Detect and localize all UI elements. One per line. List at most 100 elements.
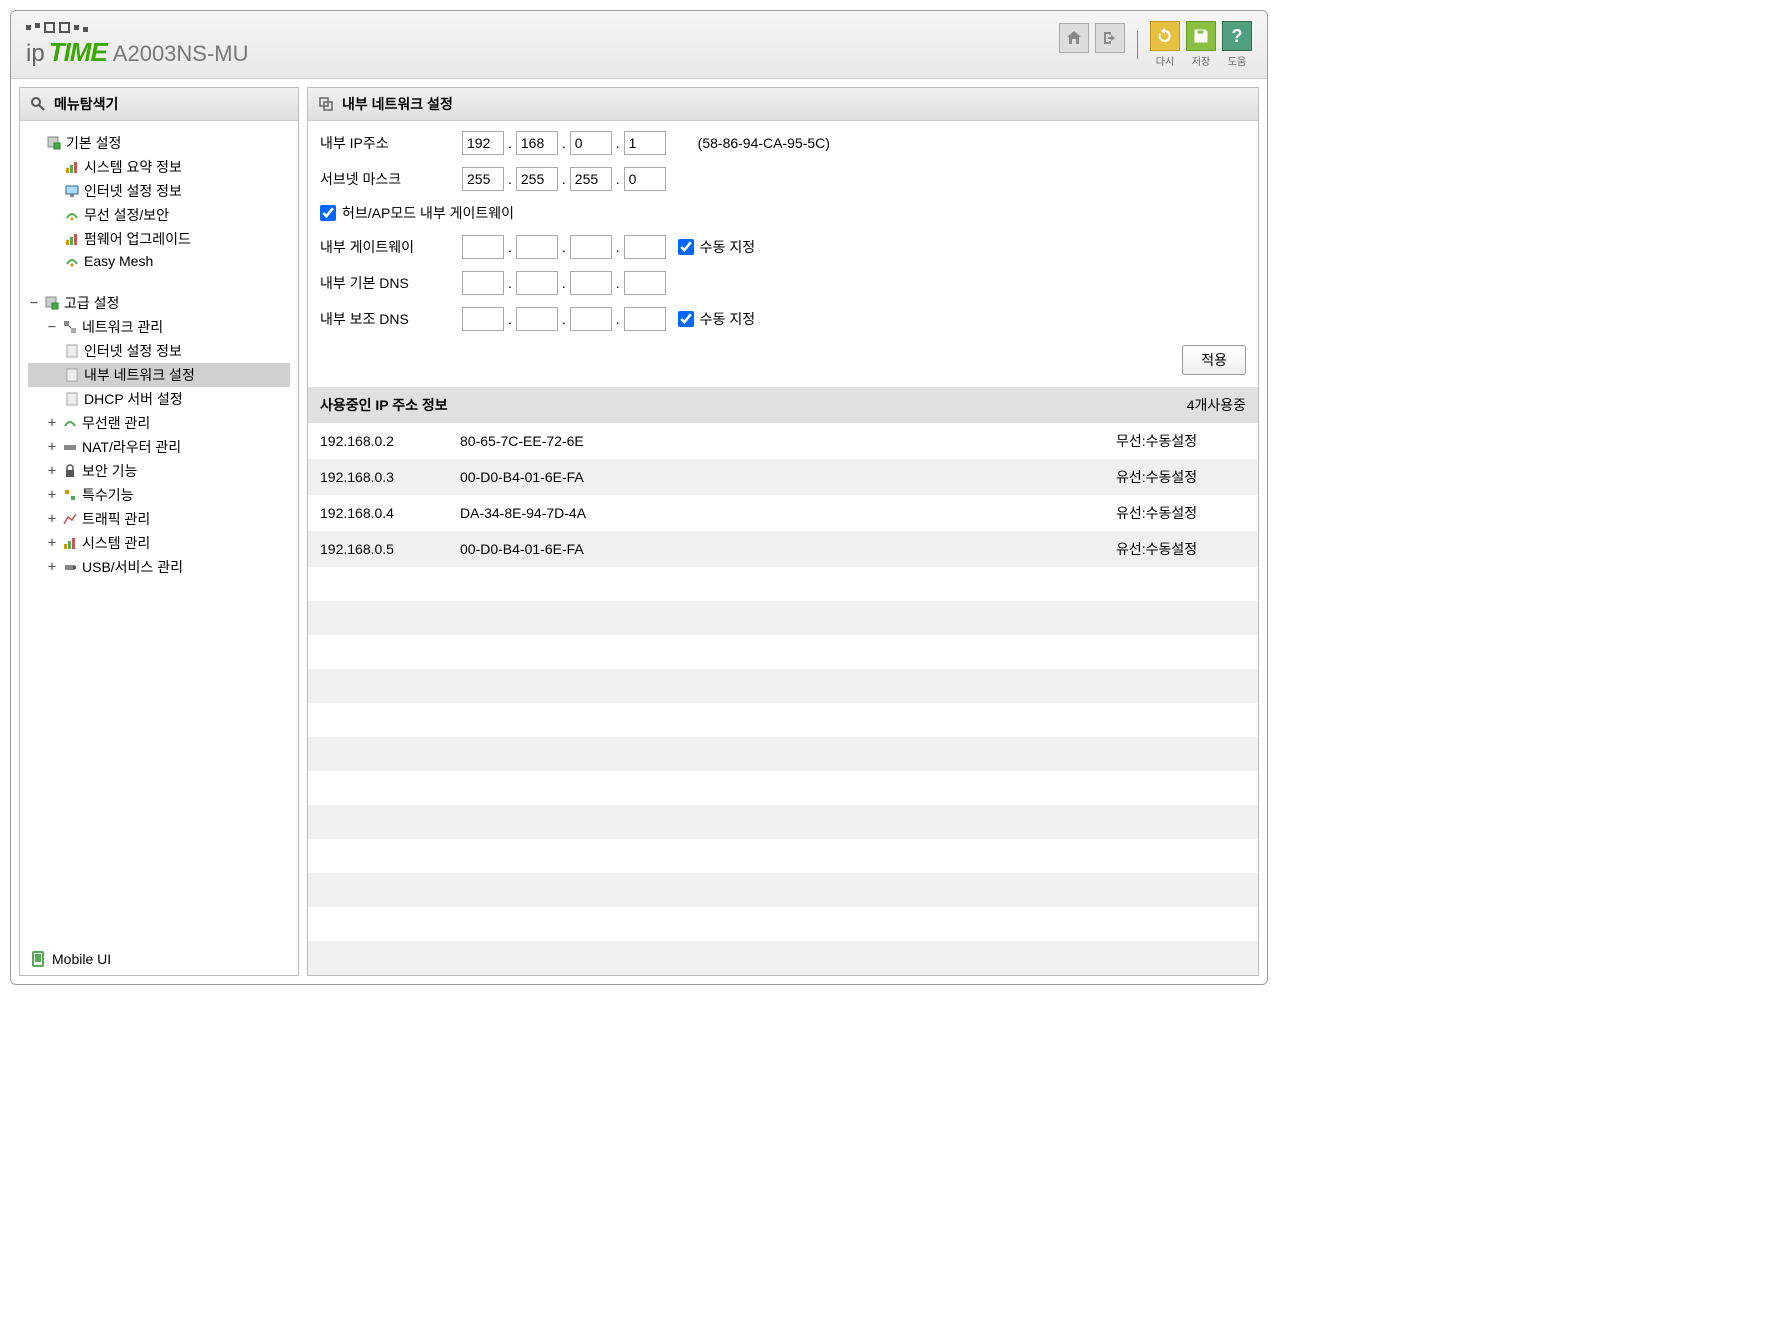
tree-wireless-mgmt[interactable]: + 무선랜 관리	[28, 411, 290, 435]
expand-icon[interactable]: +	[46, 463, 58, 479]
sdns-octet-2[interactable]	[516, 307, 558, 331]
tree-internet-info[interactable]: 인터넷 설정 정보	[28, 179, 290, 203]
gear-plus-icon	[44, 295, 60, 311]
tree-basic-settings[interactable]: 기본 설정	[28, 131, 290, 155]
empty-row	[308, 737, 1258, 771]
tree-usb-service[interactable]: + USB/서비스 관리	[28, 555, 290, 579]
desc-cell: 유선:수동설정	[1116, 539, 1246, 559]
ip-octet-1[interactable]	[462, 131, 504, 155]
gear-plus-icon	[46, 135, 62, 151]
logout-icon	[1101, 29, 1119, 47]
empty-row	[308, 703, 1258, 737]
main-header: 내부 네트워크 설정	[308, 88, 1258, 121]
ip-row[interactable]: 192.168.0.4 DA-34-8E-94-7D-4A 유선:수동설정	[308, 495, 1258, 531]
apply-button[interactable]: 적용	[1182, 345, 1246, 375]
gateway-octet-4[interactable]	[624, 235, 666, 259]
chart-icon	[64, 231, 80, 247]
hub-ap-checkbox[interactable]	[320, 205, 336, 221]
ip-octet-4[interactable]	[624, 131, 666, 155]
sidebar-title: 메뉴탐색기	[54, 94, 118, 114]
ip-table: 192.168.0.2 80-65-7C-EE-72-6E 무선:수동설정192…	[308, 423, 1258, 975]
pdns-octet-3[interactable]	[570, 271, 612, 295]
subnet-octet-2[interactable]	[516, 167, 558, 191]
expand-icon[interactable]: +	[46, 415, 58, 431]
ip-row[interactable]: 192.168.0.2 80-65-7C-EE-72-6E 무선:수동설정	[308, 423, 1258, 459]
ip-octet-2[interactable]	[516, 131, 558, 155]
desc-cell: 무선:수동설정	[1116, 431, 1246, 451]
save-button[interactable]	[1186, 21, 1216, 51]
gateway-manual-checkbox[interactable]	[678, 239, 694, 255]
model-label: A2003NS-MU	[113, 41, 249, 67]
tree-nat-router[interactable]: + NAT/라우터 관리	[28, 435, 290, 459]
wifi-icon	[64, 207, 80, 223]
tree-wireless-security[interactable]: 무선 설정/보안	[28, 203, 290, 227]
subnet-oct -4[interactable]	[624, 167, 666, 191]
desc-cell: 유선:수동설정	[1116, 467, 1246, 487]
gateway-octet-1[interactable]	[462, 235, 504, 259]
help-icon: ?	[1232, 26, 1243, 47]
subnet-octet-3[interactable]	[570, 167, 612, 191]
tree-traffic[interactable]: + 트래픽 관리	[28, 507, 290, 531]
tree-easy-mesh[interactable]: Easy Mesh	[28, 251, 290, 271]
wifi-icon	[64, 253, 80, 269]
pdns-octet-1[interactable]	[462, 271, 504, 295]
menu-tree: 기본 설정 시스템 요약 정보 인터넷 설정 정보 무선 설정/보안 펌웨어 업…	[20, 121, 298, 943]
tree-system-mgmt[interactable]: + 시스템 관리	[28, 531, 290, 555]
graph-icon	[62, 511, 78, 527]
logout-button[interactable]	[1095, 23, 1125, 53]
refresh-label: 다시	[1156, 53, 1174, 68]
search-icon	[30, 96, 46, 112]
mac-address: (58-86-94-CA-95-5C)	[698, 135, 830, 151]
ip-cell: 192.168.0.5	[320, 541, 460, 557]
ip-row[interactable]: 192.168.0.3 00-D0-B4-01-6E-FA 유선:수동설정	[308, 459, 1258, 495]
sdns-octet-1[interactable]	[462, 307, 504, 331]
ip-info-count: 4개사용중	[1187, 395, 1246, 415]
sdns-manual-checkbox[interactable]	[678, 311, 694, 327]
tree-network-mgmt[interactable]: − 네트워크 관리	[28, 315, 290, 339]
sidebar: 메뉴탐색기 기본 설정 시스템 요약 정보 인터넷 설정 정보 무선 설정/	[19, 87, 299, 976]
tree-internet-config[interactable]: 인터넷 설정 정보	[28, 339, 290, 363]
mobile-ui-link[interactable]: Mobile UI	[20, 943, 298, 975]
tree-system-summary[interactable]: 시스템 요약 정보	[28, 155, 290, 179]
refresh-button[interactable]	[1150, 21, 1180, 51]
main-title: 내부 네트워크 설정	[342, 94, 453, 114]
content-area: 메뉴탐색기 기본 설정 시스템 요약 정보 인터넷 설정 정보 무선 설정/	[11, 79, 1267, 984]
gateway-octet-2[interactable]	[516, 235, 558, 259]
tree-special[interactable]: + 특수기능	[28, 483, 290, 507]
empty-row	[308, 771, 1258, 805]
subnet-octet-1[interactable]	[462, 167, 504, 191]
page-icon	[64, 367, 80, 383]
gateway-octet-3[interactable]	[570, 235, 612, 259]
gateway-label: 내부 게이트웨이	[320, 237, 450, 257]
ip-octet-3[interactable]	[570, 131, 612, 155]
sdns-octet-3[interactable]	[570, 307, 612, 331]
help-button[interactable]: ?	[1222, 21, 1252, 51]
usb-icon	[62, 559, 78, 575]
pdns-octet-4[interactable]	[624, 271, 666, 295]
tree-dhcp-server[interactable]: DHCP 서버 설정	[28, 387, 290, 411]
collapse-icon[interactable]: −	[28, 295, 40, 311]
tree-advanced-settings[interactable]: − 고급 설정	[28, 291, 290, 315]
ip-inputs: . . .	[462, 131, 666, 155]
home-icon	[1065, 29, 1083, 47]
logo-area: ip TIME A2003NS-MU	[26, 22, 249, 68]
expand-icon[interactable]: +	[46, 439, 58, 455]
lock-icon	[62, 463, 78, 479]
sdns-octet-4[interactable]	[624, 307, 666, 331]
ip-row[interactable]: 192.168.0.5 00-D0-B4-01-6E-FA 유선:수동설정	[308, 531, 1258, 567]
expand-icon[interactable]: +	[46, 487, 58, 503]
tree-security[interactable]: + 보안 기능	[28, 459, 290, 483]
ip-cell: 192.168.0.4	[320, 505, 460, 521]
expand-icon[interactable]: +	[46, 559, 58, 575]
expand-icon[interactable]: +	[46, 511, 58, 527]
pdns-octet-2[interactable]	[516, 271, 558, 295]
empty-row	[308, 907, 1258, 941]
home-button[interactable]	[1059, 23, 1089, 53]
gateway-manual-label: 수동 지정	[700, 237, 755, 257]
tree-firmware-upgrade[interactable]: 펌웨어 업그레이드	[28, 227, 290, 251]
expand-icon[interactable]: +	[46, 535, 58, 551]
ip-cell: 192.168.0.3	[320, 469, 460, 485]
copy-icon	[318, 96, 334, 112]
collapse-icon[interactable]: −	[46, 319, 58, 335]
tree-internal-network[interactable]: 내부 네트워크 설정	[28, 363, 290, 387]
